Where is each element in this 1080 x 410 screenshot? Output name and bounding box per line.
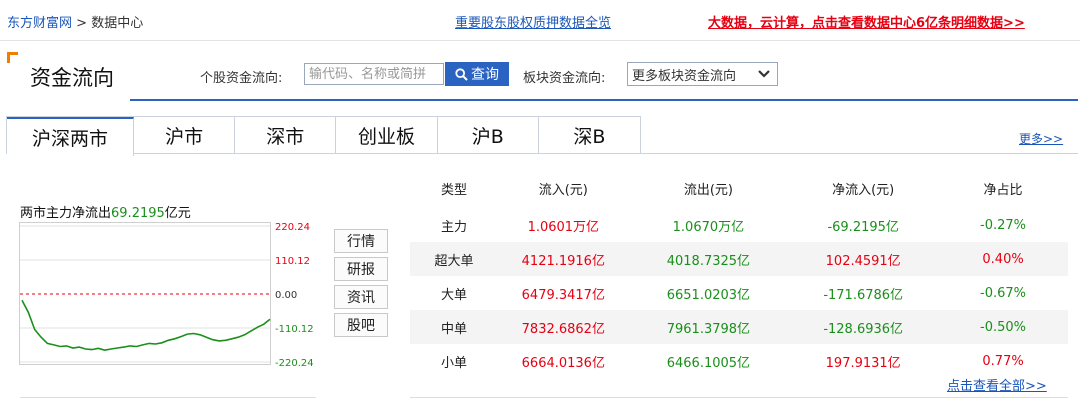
table-bottom-rule bbox=[410, 397, 1068, 398]
row-inflow: 4121.1916亿 bbox=[498, 242, 629, 276]
tab-sh[interactable]: 沪市 bbox=[134, 117, 236, 154]
title-corner-mark bbox=[7, 52, 18, 63]
page-title: 资金流向 bbox=[30, 66, 114, 90]
news-button[interactable]: 资讯 bbox=[334, 285, 388, 309]
row-net: -128.6936亿 bbox=[788, 310, 939, 344]
row-pct: -0.50% bbox=[938, 310, 1068, 344]
search-icon bbox=[455, 67, 468, 81]
chart-title-prefix: 两市主力净流出 bbox=[20, 206, 112, 221]
chart-title: 两市主力净流出69.2195亿元 bbox=[20, 202, 191, 221]
row-outflow: 1.0670万亿 bbox=[672, 219, 745, 235]
stock-flow-label: 个股资金流向: bbox=[200, 71, 283, 86]
chart-title-value: 69.2195 bbox=[111, 206, 165, 221]
row-net: -69.2195亿 bbox=[827, 219, 899, 235]
row-type: 超大单 bbox=[410, 242, 499, 276]
y-tick-label: -110.12 bbox=[275, 324, 314, 335]
net-flow-chart: 220.24 110.12 0.00 -110.12 -220.24 bbox=[19, 222, 314, 369]
row-outflow: 7961.3798亿 bbox=[628, 310, 789, 344]
row-pct: 0.77% bbox=[982, 353, 1024, 369]
table-row: 大单 6479.3417亿 6651.0203亿 -171.6786亿 -0.6… bbox=[410, 276, 1068, 310]
row-pct: 0.40% bbox=[938, 242, 1068, 276]
chart-side-buttons: 行情 研报 资讯 股吧 bbox=[334, 229, 388, 341]
stock-search-input[interactable] bbox=[304, 63, 444, 85]
header-pct: 净占比 bbox=[983, 182, 1023, 198]
row-net: -171.6786亿 bbox=[823, 287, 904, 303]
row-outflow: 6651.0203亿 bbox=[666, 287, 751, 303]
row-inflow: 6479.3417亿 bbox=[521, 287, 605, 303]
y-tick-label: 110.12 bbox=[275, 256, 310, 267]
sector-select-value: 更多板块资金流向 bbox=[632, 68, 737, 84]
promo-link[interactable]: 大数据，云计算，点击查看数据中心6亿条明细数据>> bbox=[708, 12, 1025, 31]
row-type: 中单 bbox=[410, 310, 499, 344]
y-tick-label: -220.24 bbox=[275, 358, 314, 369]
row-net: 197.9131亿 bbox=[825, 355, 901, 371]
tabs-baseline bbox=[134, 153, 1078, 154]
row-type: 主力 bbox=[441, 219, 468, 235]
pledge-data-link[interactable]: 重要股东股权质押数据全览 bbox=[455, 12, 611, 31]
tab-sz-b[interactable]: 深B bbox=[538, 117, 640, 154]
table-row: 中单 7832.6862亿 7961.3798亿 -128.6936亿 -0.5… bbox=[410, 310, 1068, 344]
chart-title-unit: 亿元 bbox=[164, 206, 191, 221]
view-all-link[interactable]: 点击查看全部>> bbox=[947, 375, 1047, 394]
more-link[interactable]: 更多>> bbox=[1019, 130, 1063, 147]
header-type: 类型 bbox=[441, 182, 468, 198]
chevron-down-icon bbox=[758, 70, 770, 78]
fund-flow-table: 类型 流入(元) 流出(元) 净流入(元) 净占比 主力 1.0601万亿 1.… bbox=[410, 168, 1068, 378]
table-row: 超大单 4121.1916亿 4018.7325亿 102.4591亿 0.40… bbox=[410, 242, 1068, 276]
y-tick-label: 0.00 bbox=[275, 290, 297, 301]
row-type: 大单 bbox=[441, 287, 468, 303]
breadcrumb: 东方财富网 > 数据中心 bbox=[7, 12, 143, 31]
forum-button[interactable]: 股吧 bbox=[334, 313, 388, 337]
row-inflow: 6664.0136亿 bbox=[521, 355, 605, 371]
tab-sz[interactable]: 深市 bbox=[235, 117, 337, 154]
table-header-row: 类型 流入(元) 流出(元) 净流入(元) 净占比 bbox=[410, 168, 1068, 208]
market-tabs: 沪深两市 沪市 深市 创业板 沪B 深B bbox=[6, 116, 641, 156]
search-button[interactable]: 查询 bbox=[445, 62, 509, 86]
sector-flow-label: 板块资金流向: bbox=[523, 71, 606, 86]
row-outflow: 6466.1005亿 bbox=[666, 355, 751, 371]
chart-bottom-rule bbox=[20, 397, 316, 398]
search-button-label: 查询 bbox=[471, 67, 499, 83]
tab-sh-b[interactable]: 沪B bbox=[437, 117, 539, 154]
y-tick-label: 220.24 bbox=[275, 222, 310, 233]
quote-button[interactable]: 行情 bbox=[334, 229, 388, 253]
row-pct: -0.27% bbox=[980, 217, 1027, 233]
row-net: 102.4591亿 bbox=[788, 242, 939, 276]
header-inflow: 流入(元) bbox=[538, 182, 588, 198]
row-inflow: 1.0601万亿 bbox=[527, 219, 600, 235]
row-outflow: 4018.7325亿 bbox=[628, 242, 789, 276]
title-underline bbox=[130, 99, 1078, 101]
header-net: 净流入(元) bbox=[832, 182, 895, 198]
research-button[interactable]: 研报 bbox=[334, 257, 388, 281]
breadcrumb-separator: > bbox=[72, 16, 92, 31]
tab-shsz[interactable]: 沪深两市 bbox=[7, 117, 134, 156]
header-outflow: 流出(元) bbox=[683, 182, 733, 198]
row-pct: -0.67% bbox=[980, 285, 1027, 301]
row-type: 小单 bbox=[441, 355, 468, 371]
breadcrumb-current: 数据中心 bbox=[91, 16, 144, 31]
table-row: 主力 1.0601万亿 1.0670万亿 -69.2195亿 -0.27% bbox=[410, 208, 1068, 242]
y-axis-ticks: 220.24 110.12 0.00 -110.12 -220.24 bbox=[275, 222, 314, 369]
tab-chinext[interactable]: 创业板 bbox=[336, 117, 438, 154]
breadcrumb-site-link[interactable]: 东方财富网 bbox=[7, 16, 72, 31]
table-row: 小单 6664.0136亿 6466.1005亿 197.9131亿 0.77% bbox=[410, 344, 1068, 378]
row-inflow: 7832.6862亿 bbox=[498, 310, 629, 344]
sector-select[interactable]: 更多板块资金流向 bbox=[627, 62, 778, 86]
